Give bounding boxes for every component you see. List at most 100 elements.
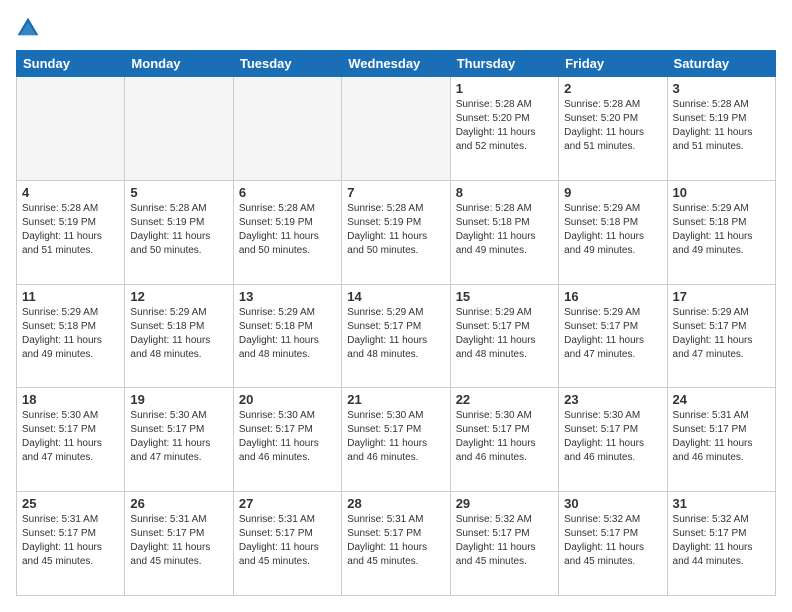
calendar-cell: 8 Sunrise: 5:28 AMSunset: 5:18 PMDaylight…: [450, 180, 558, 284]
calendar-cell: 31Sunrise: 5:32 AMSunset: 5:17 PMDayligh…: [667, 492, 775, 596]
day-number: 29: [456, 496, 553, 511]
day-number: 9: [564, 185, 661, 200]
calendar-cell: [342, 77, 450, 181]
calendar-cell: 30 Sunrise: 5:32 AMSunset: 5:17 PMDayligh…: [559, 492, 667, 596]
day-number: 19: [130, 392, 227, 407]
calendar-cell: 7Sunrise: 5:28 AMSunset: 5:19 PMDaylight…: [342, 180, 450, 284]
week-row-5: 25 Sunrise: 5:31 AMSunset: 5:17 PMDayligh…: [17, 492, 776, 596]
day-number: 25: [22, 496, 119, 511]
day-number: 2: [564, 81, 661, 96]
cell-info: Sunrise: 5:28 AMSunset: 5:19 PMDaylight:…: [673, 98, 770, 154]
calendar-cell: 18 Sunrise: 5:30 AMSunset: 5:17 PMDayligh…: [17, 388, 125, 492]
day-number: 12: [130, 289, 227, 304]
cell-info: Sunrise: 5:28 AMSunset: 5:18 PMDaylight:…: [456, 202, 553, 258]
calendar-cell: 4 Sunrise: 5:28 AMSunset: 5:19 PMDaylight…: [17, 180, 125, 284]
cell-info: Sunrise: 5:28 AMSunset: 5:20 PMDaylight:…: [456, 98, 553, 154]
cell-info: Sunrise: 5:29 AMSunset: 5:18 PMDaylight:…: [564, 202, 661, 258]
calendar-cell: [17, 77, 125, 181]
week-row-4: 18 Sunrise: 5:30 AMSunset: 5:17 PMDayligh…: [17, 388, 776, 492]
cell-info: Sunrise: 5:31 AMSunset: 5:17 PMDaylight:…: [22, 513, 119, 569]
week-row-3: 11 Sunrise: 5:29 AMSunset: 5:18 PMDayligh…: [17, 284, 776, 388]
calendar-cell: 2 Sunrise: 5:28 AMSunset: 5:20 PMDaylight…: [559, 77, 667, 181]
calendar-cell: 23Sunrise: 5:30 AMSunset: 5:17 PMDayligh…: [559, 388, 667, 492]
calendar-cell: 1 Sunrise: 5:28 AMSunset: 5:20 PMDaylight…: [450, 77, 558, 181]
calendar-cell: 6 Sunrise: 5:28 AMSunset: 5:19 PMDaylight…: [233, 180, 341, 284]
calendar-cell: 12 Sunrise: 5:29 AMSunset: 5:18 PMDayligh…: [125, 284, 233, 388]
calendar-cell: 13 Sunrise: 5:29 AMSunset: 5:18 PMDayligh…: [233, 284, 341, 388]
calendar-cell: 28 Sunrise: 5:31 AMSunset: 5:17 PMDayligh…: [342, 492, 450, 596]
cell-info: Sunrise: 5:29 AMSunset: 5:17 PMDaylight:…: [564, 306, 661, 362]
cell-info: Sunrise: 5:31 AMSunset: 5:17 PMDaylight:…: [347, 513, 444, 569]
day-number: 1: [456, 81, 553, 96]
weekday-header-friday: Friday: [559, 51, 667, 77]
day-number: 16: [564, 289, 661, 304]
page: SundayMondayTuesdayWednesdayThursdayFrid…: [0, 0, 792, 612]
cell-info: Sunrise: 5:32 AMSunset: 5:17 PMDaylight:…: [564, 513, 661, 569]
cell-info: Sunrise: 5:28 AMSunset: 5:19 PMDaylight:…: [22, 202, 119, 258]
cell-info: Sunrise: 5:29 AMSunset: 5:17 PMDaylight:…: [347, 306, 444, 362]
logo-icon: [16, 16, 40, 40]
day-number: 7: [347, 185, 444, 200]
cell-info: Sunrise: 5:29 AMSunset: 5:18 PMDaylight:…: [673, 202, 770, 258]
day-number: 10: [673, 185, 770, 200]
cell-info: Sunrise: 5:29 AMSunset: 5:17 PMDaylight:…: [456, 306, 553, 362]
calendar-cell: 14 Sunrise: 5:29 AMSunset: 5:17 PMDayligh…: [342, 284, 450, 388]
day-number: 5: [130, 185, 227, 200]
weekday-header-saturday: Saturday: [667, 51, 775, 77]
weekday-header-sunday: Sunday: [17, 51, 125, 77]
calendar-cell: 3 Sunrise: 5:28 AMSunset: 5:19 PMDaylight…: [667, 77, 775, 181]
calendar-cell: [125, 77, 233, 181]
cell-info: Sunrise: 5:29 AMSunset: 5:17 PMDaylight:…: [673, 306, 770, 362]
calendar-cell: 10 Sunrise: 5:29 AMSunset: 5:18 PMDayligh…: [667, 180, 775, 284]
cell-info: Sunrise: 5:29 AMSunset: 5:18 PMDaylight:…: [130, 306, 227, 362]
weekday-header-monday: Monday: [125, 51, 233, 77]
day-number: 26: [130, 496, 227, 511]
day-number: 31: [673, 496, 770, 511]
calendar-table: SundayMondayTuesdayWednesdayThursdayFrid…: [16, 50, 776, 596]
day-number: 23: [564, 392, 661, 407]
day-number: 4: [22, 185, 119, 200]
calendar-cell: 29 Sunrise: 5:32 AMSunset: 5:17 PMDayligh…: [450, 492, 558, 596]
day-number: 27: [239, 496, 336, 511]
day-number: 17: [673, 289, 770, 304]
calendar-cell: 26Sunrise: 5:31 AMSunset: 5:17 PMDayligh…: [125, 492, 233, 596]
cell-info: Sunrise: 5:28 AMSunset: 5:19 PMDaylight:…: [130, 202, 227, 258]
day-number: 11: [22, 289, 119, 304]
cell-info: Sunrise: 5:28 AMSunset: 5:19 PMDaylight:…: [239, 202, 336, 258]
calendar-cell: 22 Sunrise: 5:30 AMSunset: 5:17 PMDayligh…: [450, 388, 558, 492]
cell-info: Sunrise: 5:28 AMSunset: 5:20 PMDaylight:…: [564, 98, 661, 154]
day-number: 3: [673, 81, 770, 96]
day-number: 28: [347, 496, 444, 511]
cell-info: Sunrise: 5:29 AMSunset: 5:18 PMDaylight:…: [22, 306, 119, 362]
day-number: 22: [456, 392, 553, 407]
weekday-header-wednesday: Wednesday: [342, 51, 450, 77]
day-number: 24: [673, 392, 770, 407]
cell-info: Sunrise: 5:31 AMSunset: 5:17 PMDaylight:…: [239, 513, 336, 569]
day-number: 8: [456, 185, 553, 200]
weekday-header-row: SundayMondayTuesdayWednesdayThursdayFrid…: [17, 51, 776, 77]
calendar-cell: 25 Sunrise: 5:31 AMSunset: 5:17 PMDayligh…: [17, 492, 125, 596]
cell-info: Sunrise: 5:30 AMSunset: 5:17 PMDaylight:…: [22, 409, 119, 465]
calendar-cell: 24Sunrise: 5:31 AMSunset: 5:17 PMDayligh…: [667, 388, 775, 492]
calendar-cell: 17 Sunrise: 5:29 AMSunset: 5:17 PMDayligh…: [667, 284, 775, 388]
header: [16, 16, 776, 40]
day-number: 21: [347, 392, 444, 407]
day-number: 18: [22, 392, 119, 407]
calendar-cell: 20Sunrise: 5:30 AMSunset: 5:17 PMDayligh…: [233, 388, 341, 492]
day-number: 30: [564, 496, 661, 511]
day-number: 13: [239, 289, 336, 304]
weekday-header-tuesday: Tuesday: [233, 51, 341, 77]
cell-info: Sunrise: 5:30 AMSunset: 5:17 PMDaylight:…: [456, 409, 553, 465]
logo: [16, 16, 44, 40]
calendar-cell: 11 Sunrise: 5:29 AMSunset: 5:18 PMDayligh…: [17, 284, 125, 388]
calendar-cell: 16 Sunrise: 5:29 AMSunset: 5:17 PMDayligh…: [559, 284, 667, 388]
cell-info: Sunrise: 5:30 AMSunset: 5:17 PMDaylight:…: [239, 409, 336, 465]
calendar-cell: 27 Sunrise: 5:31 AMSunset: 5:17 PMDayligh…: [233, 492, 341, 596]
day-number: 14: [347, 289, 444, 304]
cell-info: Sunrise: 5:30 AMSunset: 5:17 PMDaylight:…: [130, 409, 227, 465]
cell-info: Sunrise: 5:29 AMSunset: 5:18 PMDaylight:…: [239, 306, 336, 362]
day-number: 6: [239, 185, 336, 200]
week-row-2: 4 Sunrise: 5:28 AMSunset: 5:19 PMDaylight…: [17, 180, 776, 284]
cell-info: Sunrise: 5:30 AMSunset: 5:17 PMDaylight:…: [347, 409, 444, 465]
cell-info: Sunrise: 5:32 AMSunset: 5:17 PMDaylight:…: [456, 513, 553, 569]
